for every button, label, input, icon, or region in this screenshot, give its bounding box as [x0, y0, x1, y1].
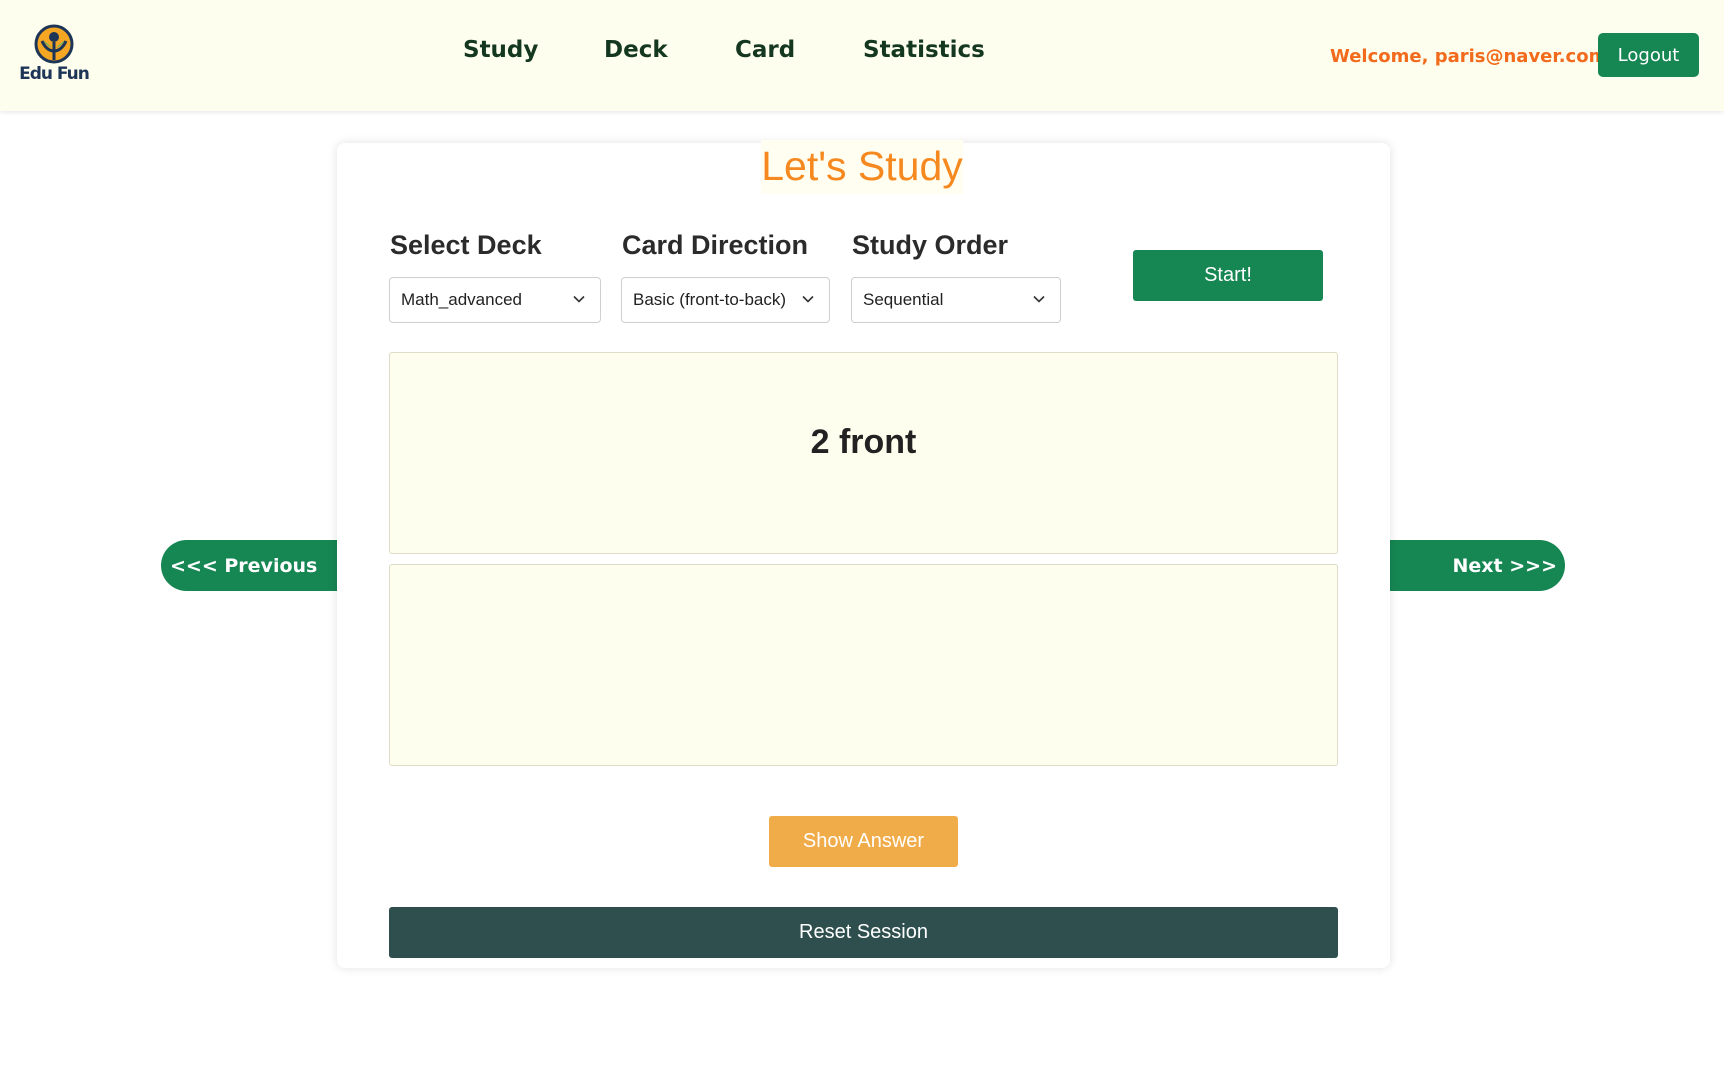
flashcard-front: 2 front [389, 352, 1338, 554]
study-order-label: Study Order [852, 230, 1009, 260]
chevron-down-icon [573, 295, 585, 303]
edu-fun-logo[interactable]: Edu Fun [18, 24, 90, 86]
nav-card[interactable]: Card [735, 30, 795, 70]
logo-text: Edu Fun [19, 64, 90, 84]
previous-card-button[interactable]: <<< Previous [161, 540, 347, 591]
welcome-message: Welcome, paris@naver.com! [1330, 46, 1616, 67]
edu-fun-logo-icon [34, 24, 74, 64]
card-direction-label: Card Direction [622, 230, 809, 260]
reset-session-button[interactable]: Reset Session [389, 907, 1338, 958]
card-direction-select[interactable]: Basic (front-to-back) [621, 277, 830, 323]
flashcard-back [389, 564, 1338, 766]
show-answer-button[interactable]: Show Answer [769, 816, 958, 867]
nav-study[interactable]: Study [463, 30, 538, 70]
logout-button[interactable]: Logout [1598, 33, 1699, 77]
chevron-down-icon [802, 295, 814, 303]
deck-select[interactable]: Math_advanced [389, 277, 601, 323]
card-direction-select-value: Basic (front-to-back) [633, 290, 787, 309]
flashcard-front-text: 2 front [810, 423, 917, 461]
chevron-down-icon [1033, 295, 1045, 303]
top-navbar: Edu Fun Study Deck Card Statistics Welco… [0, 0, 1724, 111]
start-button[interactable]: Start! [1133, 250, 1323, 301]
study-order-select-value: Sequential [863, 290, 944, 309]
deck-select-value: Math_advanced [401, 290, 522, 309]
nav-deck[interactable]: Deck [604, 30, 668, 70]
select-deck-label: Select Deck [390, 230, 542, 260]
nav-statistics[interactable]: Statistics [863, 30, 985, 70]
study-order-select[interactable]: Sequential [851, 277, 1061, 323]
next-card-button[interactable]: Next >>> [1388, 540, 1565, 591]
